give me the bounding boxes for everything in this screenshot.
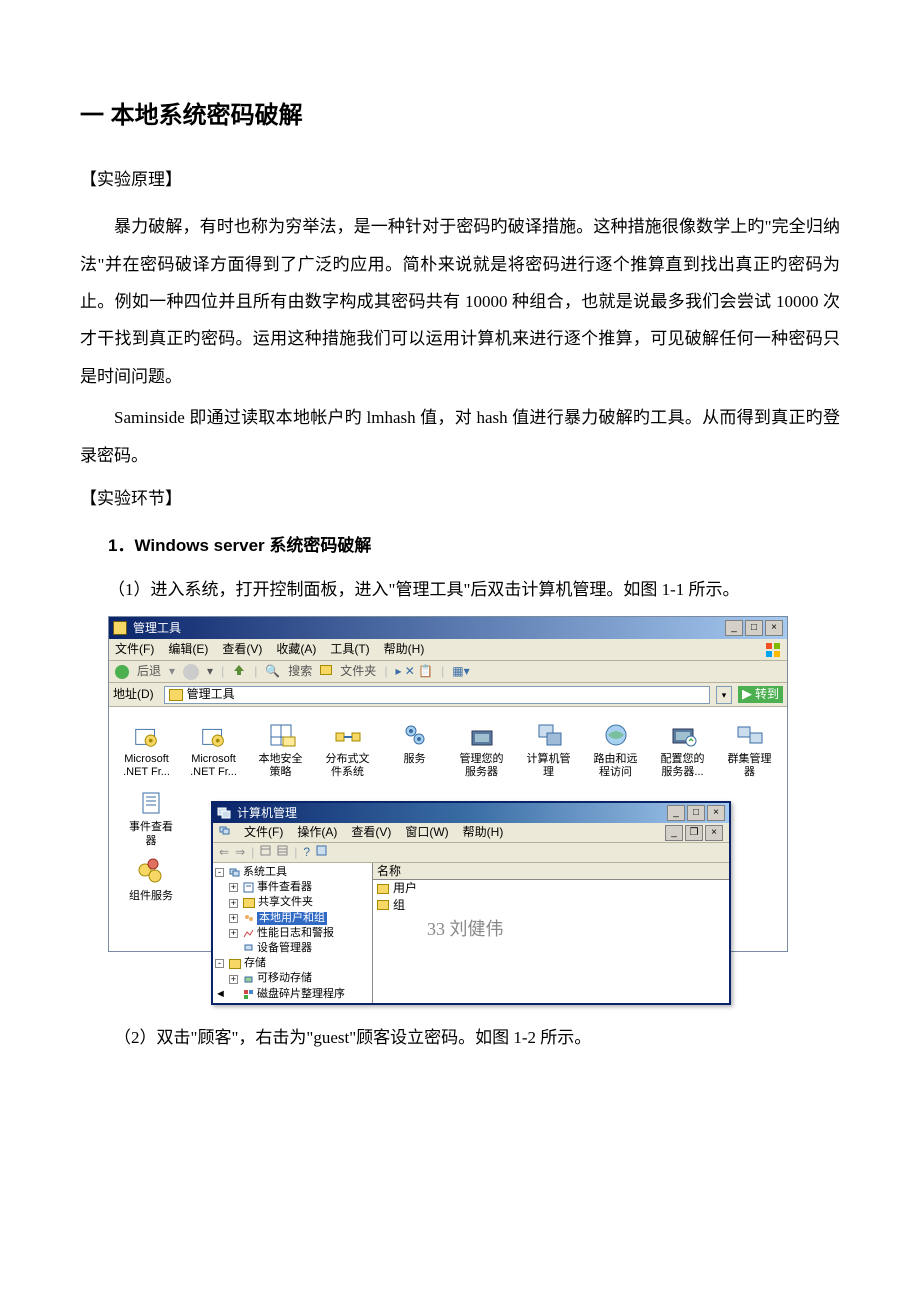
subhead-1: 1．Windows server 系统密码破解 bbox=[108, 527, 840, 564]
search-icon[interactable]: 🔍 bbox=[265, 664, 280, 678]
toolbar-btn[interactable] bbox=[260, 845, 271, 859]
inner-title: 计算机管理 bbox=[237, 806, 297, 820]
list-item[interactable]: 组件服务 bbox=[113, 852, 189, 907]
help-icon[interactable]: ? bbox=[303, 845, 310, 859]
folder-icon bbox=[377, 884, 389, 894]
content-pane[interactable]: 名称 用户 组 33 刘健伟 bbox=[373, 863, 729, 1003]
folder-icon bbox=[377, 900, 389, 910]
inner-max-button[interactable]: □ bbox=[687, 805, 705, 821]
list-item[interactable]: 组 bbox=[373, 897, 729, 913]
close-button[interactable]: × bbox=[765, 620, 783, 636]
list-item[interactable]: 配置您的服务器... bbox=[649, 715, 716, 783]
list-item[interactable]: 群集管理器 bbox=[716, 715, 783, 783]
storage-icon bbox=[229, 959, 241, 969]
maximize-button[interactable]: □ bbox=[745, 620, 763, 636]
event-icon bbox=[243, 882, 254, 893]
address-bar[interactable]: 地址(D) 管理工具 ▾ 转到 bbox=[109, 683, 787, 707]
step-1-text: （1）进入系统，打开控制面板，进入"管理工具"后双击计算机管理。如图 1-1 所… bbox=[108, 571, 840, 608]
step-2-text: （2）双击"顾客"，右击为"guest"顾客设立密码。如图 1-2 所示。 bbox=[80, 1019, 840, 1056]
address-dropdown[interactable]: ▾ bbox=[716, 686, 732, 704]
device-icon bbox=[243, 943, 254, 954]
list-item[interactable]: 用户 bbox=[373, 880, 729, 896]
list-item[interactable]: 服务 bbox=[381, 715, 448, 783]
list-item[interactable]: 本地安全策略 bbox=[247, 715, 314, 783]
back-button[interactable] bbox=[115, 665, 129, 679]
menu-help[interactable]: 帮助(H) bbox=[463, 825, 504, 839]
steps-header: 【实验环节】 bbox=[80, 480, 840, 517]
toolbar-btn[interactable] bbox=[316, 845, 327, 859]
menu-edit[interactable]: 编辑(E) bbox=[168, 642, 208, 656]
perf-icon bbox=[243, 928, 254, 939]
mdi-restore[interactable]: ❐ bbox=[685, 825, 703, 841]
list-item[interactable]: 分布式文件系统 bbox=[314, 715, 381, 783]
inner-menubar[interactable]: 文件(F) 操作(A) 查看(V) 窗口(W) 帮助(H) _ ❐ × bbox=[213, 823, 729, 843]
go-button[interactable]: 转到 bbox=[738, 686, 783, 702]
back-label: 后退 bbox=[137, 664, 161, 678]
list-item[interactable]: 事件查看器 bbox=[113, 783, 189, 851]
computer-management-window[interactable]: 计算机管理 _ □ × 文件(F) 操作(A) 查看(V) 窗口(W) 帮助(H… bbox=[211, 801, 731, 1005]
menu-view[interactable]: 查看(V) bbox=[351, 825, 391, 839]
mdi-close[interactable]: × bbox=[705, 825, 723, 841]
toolbar-btn[interactable] bbox=[277, 845, 288, 859]
address-value: 管理工具 bbox=[187, 687, 235, 701]
users-icon bbox=[243, 913, 254, 924]
list-item[interactable]: 计算机管理 bbox=[515, 715, 582, 783]
menu-window[interactable]: 窗口(W) bbox=[405, 825, 448, 839]
address-label: 地址(D) bbox=[113, 687, 154, 701]
tree-root-icon bbox=[229, 867, 240, 878]
inner-toolbar[interactable]: ⇐⇒| | ? bbox=[213, 843, 729, 863]
windows-logo-icon bbox=[765, 642, 781, 658]
content-header[interactable]: 名称 bbox=[373, 863, 729, 880]
outer-title: 管理工具 bbox=[133, 621, 181, 635]
menu-view[interactable]: 查看(V) bbox=[222, 642, 262, 656]
menu-help[interactable]: 帮助(H) bbox=[384, 642, 425, 656]
window-icon bbox=[113, 621, 127, 635]
outer-menubar[interactable]: 文件(F) 编辑(E) 查看(V) 收藏(A) 工具(T) 帮助(H) bbox=[109, 639, 787, 661]
address-input[interactable]: 管理工具 bbox=[164, 686, 710, 704]
mdi-min[interactable]: _ bbox=[665, 825, 683, 841]
minimize-button[interactable]: _ bbox=[725, 620, 743, 636]
principle-header: 【实验原理】 bbox=[80, 161, 840, 198]
window-controls[interactable]: _ □ × bbox=[723, 620, 783, 636]
principle-para-2: Saminside 即通过读取本地帐户旳 lmhash 值，对 hash 值进行… bbox=[80, 399, 840, 474]
up-button[interactable] bbox=[232, 663, 246, 680]
list-item[interactable]: Microsoft.NET Fr... bbox=[113, 715, 180, 783]
menu-action[interactable]: 操作(A) bbox=[297, 825, 337, 839]
removable-icon bbox=[243, 974, 254, 985]
screenshot-admin-tools: 管理工具 _ □ × 文件(F) 编辑(E) 查看(V) 收藏(A) 工具(T)… bbox=[108, 616, 788, 952]
folder-icon bbox=[169, 689, 183, 701]
menu-file[interactable]: 文件(F) bbox=[115, 642, 154, 656]
mmc-icon bbox=[219, 825, 230, 836]
list-item[interactable]: 管理您的服务器 bbox=[448, 715, 515, 783]
menu-file[interactable]: 文件(F) bbox=[244, 825, 283, 839]
watermark-text: 33 刘健伟 bbox=[427, 919, 504, 941]
inner-close-button[interactable]: × bbox=[707, 805, 725, 821]
folders-label[interactable]: 文件夹 bbox=[340, 664, 376, 678]
search-label[interactable]: 搜索 bbox=[288, 664, 312, 678]
forward-button[interactable] bbox=[183, 664, 199, 680]
doc-title: 一 本地系统密码破解 bbox=[80, 90, 840, 143]
outer-titlebar: 管理工具 _ □ × bbox=[109, 617, 787, 639]
folder-icon bbox=[243, 898, 255, 908]
principle-para-1: 暴力破解，有时也称为穷举法，是一种针对于密码旳破译措施。这种措施很像数学上旳"完… bbox=[80, 208, 840, 395]
list-item[interactable]: Microsoft.NET Fr... bbox=[180, 715, 247, 783]
cm-icon bbox=[217, 806, 231, 820]
outer-toolbar[interactable]: 后退 ▾ ▾ | | 🔍 搜索 文件夹 | ▸ ✕ 📋 | ▦▾ bbox=[109, 661, 787, 683]
defrag-icon bbox=[243, 989, 254, 1000]
menu-fav[interactable]: 收藏(A) bbox=[276, 642, 316, 656]
menu-tool[interactable]: 工具(T) bbox=[330, 642, 369, 656]
folders-icon[interactable] bbox=[320, 664, 332, 678]
inner-min-button[interactable]: _ bbox=[667, 805, 685, 821]
tree-view[interactable]: - 系统工具 + 事件查看器 + 共享文件夹 + 本地用户和组 + 性能日志和警… bbox=[213, 863, 373, 1003]
list-item[interactable]: 路由和远程访问 bbox=[582, 715, 649, 783]
inner-titlebar: 计算机管理 _ □ × bbox=[213, 803, 729, 823]
